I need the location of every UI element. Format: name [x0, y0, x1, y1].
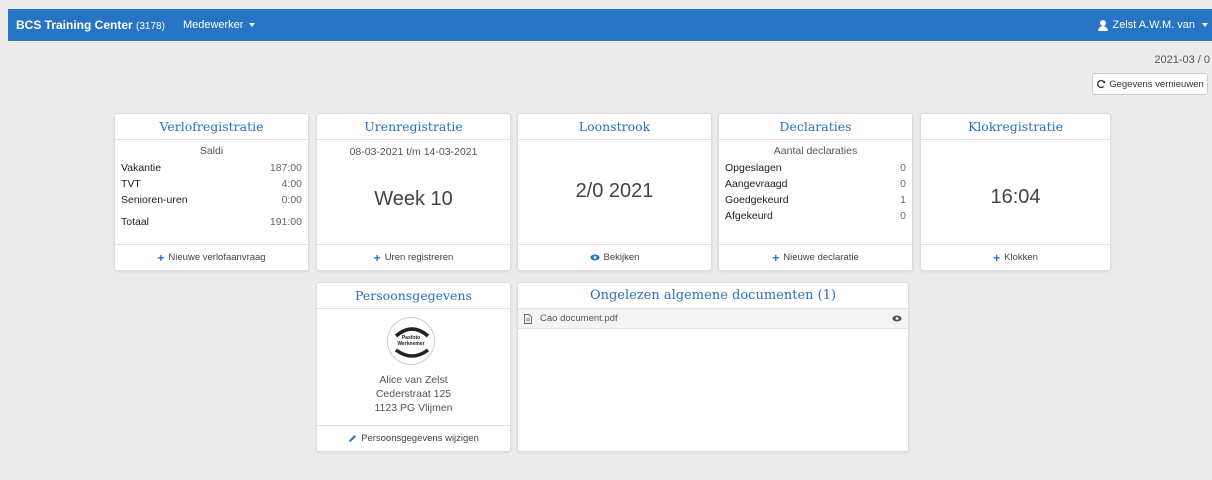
documents-title: Ongelezen algemene documenten (1) [518, 283, 908, 309]
plus-icon: + [993, 250, 1001, 265]
user-icon [1098, 19, 1109, 31]
file-icon [524, 313, 532, 324]
declaratie-row: Aangevraagd 0 [725, 178, 906, 190]
refresh-icon [1097, 79, 1106, 89]
new-declaration-button[interactable]: + Nieuwe declaratie [719, 244, 912, 270]
declaratie-row: Afgekeurd 0 [725, 210, 906, 222]
documents-card: Ongelezen algemene documenten (1) Cao do… [517, 282, 909, 452]
view-payslip-button[interactable]: Bekijken [518, 244, 711, 270]
verlof-card: Verlofregistratie Saldi Vakantie 187:00 … [114, 113, 309, 271]
chevron-down-icon [1202, 23, 1208, 27]
medewerker-menu[interactable]: Medewerker [183, 19, 256, 31]
loonstrook-value: 2/0 2021 [575, 180, 654, 202]
top-navbar: BCS Training Center (3178) Medewerker Ze… [8, 9, 1212, 41]
uren-card: Urenregistratie 08-03-2021 t/m 14-03-202… [316, 113, 511, 271]
document-row[interactable]: Cao document.pdf [518, 309, 908, 329]
address-block: Alice van Zelst Cederstraat 125 1123 PG … [317, 373, 510, 415]
plus-icon: + [157, 250, 165, 265]
verlof-row: TVT 4:00 [121, 178, 302, 190]
uren-title: Urenregistratie [317, 114, 510, 140]
eye-icon[interactable] [892, 315, 902, 322]
verlof-row: Vakantie 187:00 [121, 162, 302, 174]
persoon-card: Persoonsgegevens Pasfoto Werknemer Alice… [316, 282, 511, 452]
uren-period: 08-03-2021 t/m 14-03-2021 [349, 146, 478, 158]
declaraties-card: Declaraties Aantal declaraties Opgeslage… [718, 113, 913, 271]
avatar: Pasfoto Werknemer [387, 317, 435, 365]
clock-time: 16:04 [990, 186, 1041, 208]
refresh-button[interactable]: Gegevens vernieuwen [1092, 73, 1208, 95]
verlof-title: Verlofregistratie [115, 114, 308, 140]
verlof-total-row: Totaal 191:00 [121, 216, 302, 228]
chevron-down-icon [249, 23, 256, 27]
user-menu[interactable]: Zelst A.W.M. van [1098, 19, 1208, 31]
person-name: Alice van Zelst [379, 374, 448, 386]
verlof-row: Senioren-uren 0:00 [121, 194, 302, 206]
new-leave-request-button[interactable]: + Nieuwe verlofaanvraag [115, 244, 308, 270]
user-menu-label: Zelst A.W.M. van [1112, 19, 1195, 31]
brand-code: (3178) [136, 21, 165, 32]
eye-icon [589, 254, 600, 261]
person-street: Cederstraat 125 [375, 388, 452, 400]
declaratie-row: Opgeslagen 0 [725, 162, 906, 174]
loonstrook-title: Loonstrook [518, 114, 711, 140]
plus-icon: + [373, 250, 381, 265]
declaraties-title: Declaraties [719, 114, 912, 140]
week-label: Week 10 [374, 188, 453, 210]
period-label: 2021-03 / 0 [1154, 54, 1210, 66]
document-name: Cao document.pdf [540, 313, 618, 324]
klok-title: Klokregistratie [921, 114, 1110, 140]
loonstrook-card: Loonstrook 2/0 2021 Bekijken [517, 113, 712, 271]
brand-name: BCS Training Center [16, 18, 133, 32]
person-city: 1123 PG Vlijmen [374, 402, 453, 414]
declaratie-row: Goedgekeurd 1 [725, 194, 906, 206]
medewerker-menu-label: Medewerker [182, 19, 244, 31]
clock-in-button[interactable]: + Klokken [921, 244, 1110, 270]
plus-icon: + [772, 250, 780, 265]
brand[interactable]: BCS Training Center (3178) [16, 18, 165, 32]
edit-personal-data-button[interactable]: Persoonsgegevens wijzigen [317, 425, 510, 451]
photo-label: Werknemer [397, 341, 425, 347]
register-hours-button[interactable]: + Uren registreren [317, 244, 510, 270]
verlof-subtitle: Saldi [199, 145, 224, 157]
klok-card: Klokregistratie 16:04 + Klokken [920, 113, 1111, 271]
refresh-button-label: Gegevens vernieuwen [1109, 78, 1204, 90]
declaraties-subtitle: Aantal declaraties [773, 145, 858, 157]
pencil-icon [349, 435, 357, 442]
persoon-title: Persoonsgegevens [317, 283, 510, 309]
